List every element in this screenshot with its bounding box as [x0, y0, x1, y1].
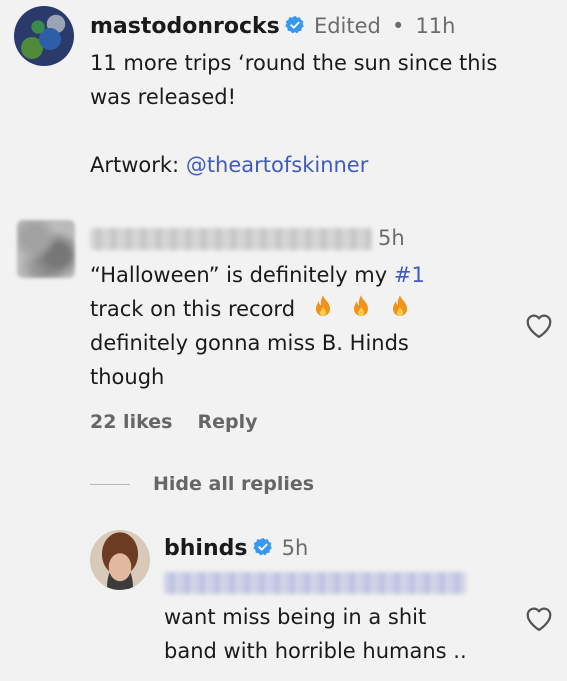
- reply-line: want miss being in a shit: [164, 605, 427, 629]
- meta-separator: •: [391, 14, 405, 38]
- likes-count[interactable]: 22 likes: [90, 411, 172, 433]
- hide-replies-button[interactable]: Hide all replies: [153, 473, 314, 495]
- fire-emoji-icon: [393, 295, 408, 316]
- like-heart-icon[interactable]: [524, 311, 554, 339]
- avatar[interactable]: [90, 530, 150, 590]
- edited-label: Edited: [313, 14, 381, 38]
- hashtag-link[interactable]: #1: [394, 263, 425, 287]
- comment-line: “Halloween” is definitely my #1: [90, 258, 520, 292]
- artwork-label: Artwork:: [90, 153, 186, 177]
- comment-actions: 22 likes Reply: [90, 411, 258, 433]
- avatar[interactable]: [17, 220, 75, 278]
- verified-badge-icon: [285, 15, 304, 34]
- post-header: mastodonrocks Edited • 11h: [90, 14, 455, 39]
- reply-username[interactable]: bhinds: [164, 536, 247, 561]
- post-time: 11h: [415, 14, 456, 38]
- reply-line: band with horrible humans ..: [164, 639, 467, 663]
- artwork-mention-link[interactable]: @theartofskinner: [186, 153, 369, 177]
- comment-line: though: [90, 365, 165, 389]
- comment-text: “Halloween” is definitely my #1 track on…: [90, 258, 520, 394]
- caption-artwork-line: Artwork: @theartofskinner: [90, 148, 550, 182]
- fire-emoji-icon: [315, 295, 330, 316]
- like-heart-icon[interactable]: [524, 604, 554, 632]
- comment-time: 5h: [378, 226, 405, 250]
- reply-button[interactable]: Reply: [198, 411, 258, 433]
- reply-text: want miss being in a shit band with horr…: [164, 600, 524, 668]
- replies-divider: [90, 484, 130, 485]
- verified-badge-icon: [252, 537, 272, 556]
- redacted-mention: [164, 572, 466, 594]
- caption-line: was released!: [90, 85, 236, 109]
- comment-line-text: track on this record: [90, 297, 296, 321]
- caption-line: 11 more trips ‘round the sun since this: [90, 51, 498, 75]
- reply-time: 5h: [281, 536, 309, 560]
- comment-line: track on this record: [90, 292, 520, 326]
- fire-emoji-icon: [354, 295, 369, 316]
- comment-line: definitely gonna miss B. Hinds: [90, 331, 409, 355]
- post-username[interactable]: mastodonrocks: [90, 14, 280, 39]
- reply-header: bhinds 5h: [164, 536, 308, 561]
- post-caption: 11 more trips ‘round the sun since this …: [90, 46, 550, 182]
- avatar[interactable]: [14, 6, 74, 66]
- comment-line-text: “Halloween” is definitely my: [90, 263, 394, 287]
- redacted-username: [90, 228, 372, 250]
